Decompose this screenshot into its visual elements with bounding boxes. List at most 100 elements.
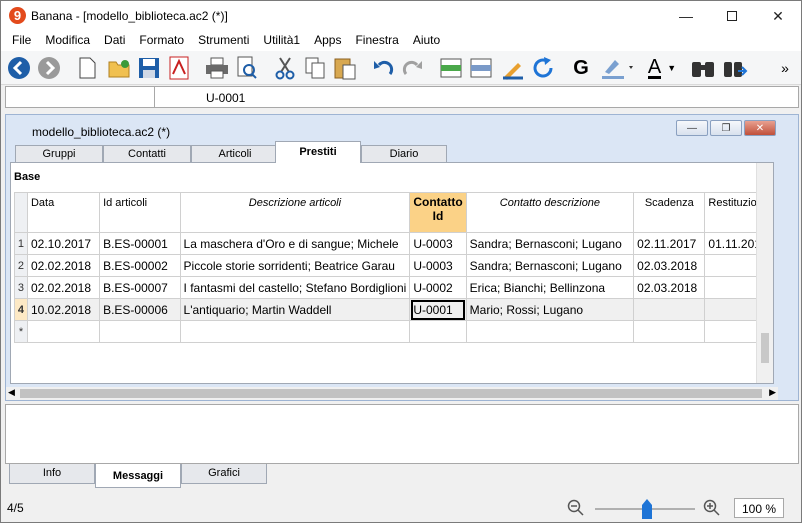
cell-contatto-descrizione[interactable]: Erica; Bianchi; Bellinzona <box>465 276 635 299</box>
scroll-left-icon[interactable]: ◀ <box>8 387 15 398</box>
menu-finestra[interactable]: Finestra <box>348 31 405 51</box>
close-button[interactable]: ✕ <box>755 1 801 31</box>
column-header[interactable]: Descrizione articoli <box>179 192 411 233</box>
edit-button[interactable] <box>499 54 527 82</box>
horizontal-scroll-thumb[interactable] <box>20 389 762 398</box>
highlight-color-button[interactable] <box>599 54 637 82</box>
cell-scadenza[interactable] <box>633 298 706 321</box>
cell-scadenza[interactable]: 02.11.2017 <box>633 232 706 255</box>
open-file-button[interactable] <box>105 54 133 82</box>
cell-data[interactable]: 02.02.2018 <box>26 276 101 299</box>
cut-button[interactable] <box>271 54 299 82</box>
empty-cell[interactable] <box>465 320 635 343</box>
table-row[interactable]: 3 02.02.2018 B.ES-00007 I fantasmi del c… <box>14 276 773 299</box>
empty-cell[interactable] <box>633 320 706 343</box>
doc-minimize-button[interactable]: — <box>676 120 708 136</box>
redo-button[interactable] <box>399 54 427 82</box>
cell-data[interactable]: 02.02.2018 <box>26 254 101 277</box>
cell-descrizione[interactable]: Piccole storie sorridenti; Beatrice Gara… <box>179 254 411 277</box>
tab-prestiti[interactable]: Prestiti <box>275 141 361 163</box>
forward-button[interactable] <box>35 54 63 82</box>
vertical-scroll-thumb[interactable] <box>761 333 769 363</box>
cell-id-articoli[interactable]: B.ES-00001 <box>99 232 181 255</box>
text-color-button[interactable]: A ▼ <box>641 54 683 82</box>
tab-diario[interactable]: Diario <box>361 145 447 163</box>
zoom-out-icon[interactable] <box>567 499 585 517</box>
bold-button[interactable]: G <box>567 54 595 82</box>
table-row-current[interactable]: 4 10.02.2018 B.ES-00006 L'antiquario; Ma… <box>14 298 773 321</box>
cell-contatto-id[interactable]: U-0003 <box>409 232 467 255</box>
tab-articoli[interactable]: Articoli <box>191 145 279 163</box>
cell-scadenza[interactable]: 02.03.2018 <box>633 254 706 277</box>
menu-apps[interactable]: Apps <box>307 31 348 51</box>
toolbar-overflow-button[interactable]: » <box>775 54 795 82</box>
column-header[interactable]: Contatto descrizione <box>465 192 635 233</box>
new-row-marker[interactable]: * <box>14 320 28 343</box>
save-button[interactable] <box>135 54 163 82</box>
copy-button[interactable] <box>301 54 329 82</box>
column-header[interactable]: Data <box>26 192 101 233</box>
cell-contatto-descrizione[interactable]: Sandra; Bernasconi; Lugano <box>465 254 635 277</box>
cell-data[interactable]: 02.10.2017 <box>26 232 101 255</box>
cell-contatto-id-selected[interactable]: U-0001 <box>409 298 467 321</box>
cell-descrizione[interactable]: La maschera d'Oro e di sangue; Michele <box>179 232 411 255</box>
row-number[interactable]: 2 <box>14 254 28 277</box>
cell-address-field[interactable] <box>6 87 155 107</box>
menu-aiuto[interactable]: Aiuto <box>406 31 447 51</box>
tab-gruppi[interactable]: Gruppi <box>15 145 103 163</box>
table-row-new[interactable]: * <box>14 320 773 343</box>
insert-row-button[interactable] <box>437 54 465 82</box>
cell-contatto-id[interactable]: U-0003 <box>409 254 467 277</box>
zoom-slider-thumb[interactable] <box>642 499 652 519</box>
row-number[interactable]: 4 <box>14 298 28 321</box>
menu-utilita1[interactable]: Utilità1 <box>256 31 307 51</box>
recalculate-button[interactable] <box>529 54 557 82</box>
delete-row-button[interactable] <box>467 54 495 82</box>
table-row[interactable]: 2 02.02.2018 B.ES-00002 Piccole storie s… <box>14 254 773 277</box>
menu-strumenti[interactable]: Strumenti <box>191 31 256 51</box>
cell-descrizione[interactable]: I fantasmi del castello; Stefano Bordigl… <box>179 276 411 299</box>
new-file-button[interactable] <box>73 54 101 82</box>
cell-id-articoli[interactable]: B.ES-00007 <box>99 276 181 299</box>
cell-id-articoli[interactable]: B.ES-00002 <box>99 254 181 277</box>
scroll-right-icon[interactable]: ▶ <box>769 387 776 398</box>
cell-contatto-id[interactable]: U-0002 <box>409 276 467 299</box>
paste-button[interactable] <box>331 54 359 82</box>
tab-messaggi[interactable]: Messaggi <box>95 464 181 488</box>
empty-cell[interactable] <box>99 320 181 343</box>
menu-modifica[interactable]: Modifica <box>38 31 97 51</box>
empty-cell[interactable] <box>409 320 467 343</box>
row-number[interactable]: 1 <box>14 232 28 255</box>
empty-cell[interactable] <box>26 320 101 343</box>
column-header-active[interactable]: Contatto Id <box>409 192 467 233</box>
tab-grafici[interactable]: Grafici <box>181 464 267 484</box>
minimize-button[interactable]: — <box>663 1 709 31</box>
menu-formato[interactable]: Formato <box>132 31 191 51</box>
maximize-button[interactable] <box>709 1 755 31</box>
cell-scadenza[interactable]: 02.03.2018 <box>633 276 706 299</box>
cell-content-field[interactable]: U-0001 <box>206 91 245 105</box>
column-header[interactable]: Scadenza <box>633 192 706 233</box>
find-next-button[interactable] <box>721 54 749 82</box>
print-preview-button[interactable] <box>233 54 261 82</box>
zoom-in-icon[interactable] <box>703 499 721 517</box>
back-button[interactable] <box>5 54 33 82</box>
column-header[interactable]: Id articoli <box>99 192 181 233</box>
pdf-export-button[interactable] <box>165 54 193 82</box>
row-number[interactable]: 3 <box>14 276 28 299</box>
doc-restore-button[interactable]: ❐ <box>710 120 742 136</box>
cell-id-articoli[interactable]: B.ES-00006 <box>99 298 181 321</box>
print-button[interactable] <box>203 54 231 82</box>
undo-button[interactable] <box>369 54 397 82</box>
horizontal-scrollbar[interactable]: ◀ ▶ <box>6 387 778 400</box>
tab-info[interactable]: Info <box>9 464 95 484</box>
find-button[interactable] <box>689 54 717 82</box>
cell-contatto-descrizione[interactable]: Sandra; Bernasconi; Lugano <box>465 232 635 255</box>
cell-data[interactable]: 10.02.2018 <box>26 298 101 321</box>
menu-dati[interactable]: Dati <box>97 31 132 51</box>
cell-descrizione[interactable]: L'antiquario; Martin Waddell <box>179 298 411 321</box>
menu-file[interactable]: File <box>5 31 38 51</box>
empty-cell[interactable] <box>179 320 411 343</box>
doc-close-button[interactable]: ✕ <box>744 120 776 136</box>
table-row[interactable]: 1 02.10.2017 B.ES-00001 La maschera d'Or… <box>14 232 773 255</box>
